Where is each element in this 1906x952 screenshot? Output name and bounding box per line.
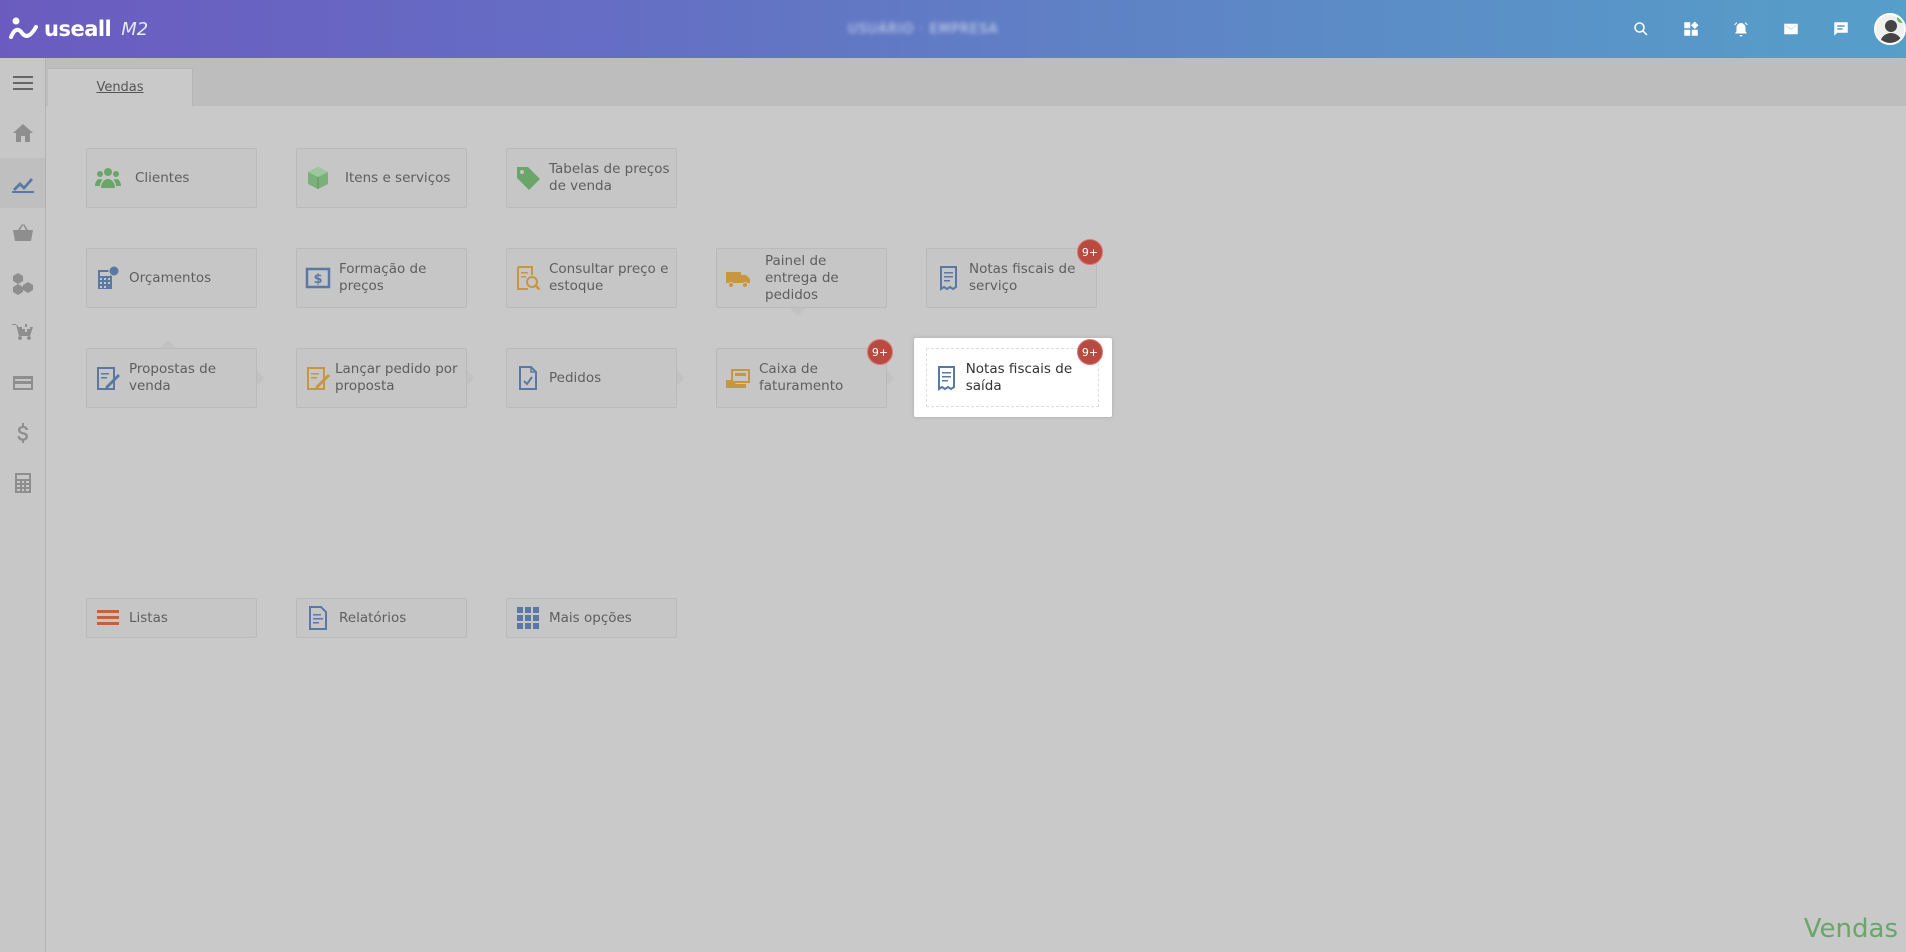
widgets-icon: [1684, 21, 1699, 36]
top-header: useall M2 USUÁRIO · EMPRESA: [0, 0, 1906, 58]
card-label: Itens e serviços: [345, 169, 451, 186]
file-check-icon: [519, 366, 537, 390]
card-consultar-preco[interactable]: Consultar preço e estoque: [506, 248, 677, 308]
card-propostas-venda[interactable]: Propostas de venda: [86, 348, 257, 408]
sidebar-item-carrinho[interactable]: [0, 308, 45, 358]
online-status-dot: [1897, 15, 1904, 23]
card-label: Orçamentos: [129, 269, 212, 286]
mail-button[interactable]: [1766, 0, 1816, 58]
card-label: Formação de preços: [339, 261, 427, 294]
cart-add-icon: [11, 324, 33, 340]
card-label: Notas fiscais de serviço: [969, 261, 1076, 294]
flow-arrow: [257, 370, 264, 386]
card-caixa-faturamento[interactable]: Caixa de faturamento: [716, 348, 887, 408]
card-label: Clientes: [135, 169, 190, 186]
notifications-button[interactable]: [1716, 0, 1766, 58]
badge-caixa-faturamento: 9+: [867, 339, 893, 365]
logo-text: useall: [44, 17, 112, 41]
chat-button[interactable]: [1816, 0, 1866, 58]
grid-icon: [517, 607, 539, 629]
card-itens-servicos[interactable]: Itens e serviços: [296, 148, 467, 208]
sidebar-item-dinheiro[interactable]: [0, 408, 45, 458]
credit-card-icon: [12, 376, 33, 390]
edit-document-icon: [307, 367, 330, 390]
card-label: Mais opções: [549, 609, 632, 626]
sidebar-item-contabil[interactable]: [0, 458, 45, 508]
card-label: Pedidos: [549, 369, 602, 386]
card-label: Caixa de faturamento: [759, 361, 844, 394]
sidebar-item-vendas[interactable]: [0, 158, 45, 208]
useall-logo-icon: [9, 17, 38, 39]
money-bill-icon: $: [305, 267, 331, 289]
dollar-icon: [17, 423, 28, 443]
card-pedidos[interactable]: Pedidos: [506, 348, 677, 408]
flow-arrow: [790, 308, 806, 316]
list-icon: [97, 610, 119, 625]
card-label: Tabelas de preços de venda: [549, 161, 670, 194]
card-listas[interactable]: Listas: [86, 598, 257, 638]
flow-arrow: [887, 370, 894, 386]
logo-sub: M2: [121, 18, 149, 40]
mail-icon: [1784, 23, 1798, 35]
card-tabelas-precos[interactable]: Tabelas de preços de venda: [506, 148, 677, 208]
card-nfs-servico[interactable]: Notas fiscais de serviço: [926, 248, 1097, 308]
card-lancar-pedido[interactable]: Lançar pedido por proposta: [296, 348, 467, 408]
menu-toggle-button[interactable]: [0, 58, 45, 108]
app-logo[interactable]: useall M2: [8, 15, 148, 43]
user-company-blurred: USUÁRIO · EMPRESA: [848, 22, 999, 37]
card-label: Listas: [129, 609, 168, 626]
widgets-button[interactable]: [1666, 0, 1716, 58]
users-group-icon: [95, 168, 121, 188]
module-title: Vendas: [1803, 914, 1898, 944]
card-clientes[interactable]: Clientes: [86, 148, 257, 208]
badge-nfs-servico: 9+: [1077, 239, 1103, 265]
hamburger-icon: [12, 76, 33, 90]
truck-icon: [726, 272, 750, 288]
card-formacao-precos[interactable]: $ Formação de preços: [296, 248, 467, 308]
search-button[interactable]: [1616, 0, 1666, 58]
card-label: Lançar pedido por proposta: [335, 361, 458, 394]
invoice-icon: [938, 365, 956, 391]
boxes-icon: [12, 273, 33, 295]
flow-arrow: [677, 370, 684, 386]
sidebar-item-compras[interactable]: [0, 208, 45, 258]
card-label: Notas fiscais de saída: [965, 360, 1073, 394]
card-painel-entrega[interactable]: Painel de entrega de pedidos: [716, 248, 887, 308]
tab-bar: Vendas: [46, 58, 1906, 106]
tab-vendas[interactable]: Vendas: [48, 68, 193, 106]
box-icon: [308, 167, 328, 189]
sidebar-item-estoque[interactable]: [0, 258, 45, 308]
sidebar: [0, 58, 46, 952]
trending-up-icon: [11, 178, 34, 193]
card-label: Painel de entrega de pedidos: [765, 252, 839, 303]
card-label: Relatórios: [339, 609, 407, 626]
edit-document-icon: [97, 367, 120, 390]
flow-arrow: [160, 340, 176, 348]
badge-nfs-saida: 9+: [1077, 339, 1103, 365]
calculator-icon: [14, 473, 31, 493]
basket-icon: [12, 224, 33, 241]
cashier-icon: [726, 369, 750, 388]
report-icon: [309, 606, 327, 630]
calculator-clock-icon: [98, 265, 120, 289]
chat-icon: [1834, 22, 1848, 36]
home-icon: [12, 124, 33, 142]
invoice-icon: [940, 266, 957, 291]
card-relatorios[interactable]: Relatórios: [296, 598, 467, 638]
card-label: Propostas de venda: [129, 361, 217, 394]
card-orcamentos[interactable]: Orçamentos: [86, 248, 257, 308]
user-avatar[interactable]: [1874, 13, 1906, 45]
sidebar-item-home[interactable]: [0, 108, 45, 158]
sidebar-item-financeiro[interactable]: [0, 358, 45, 408]
alarm-icon: [1734, 22, 1748, 37]
search-icon: [1634, 22, 1648, 36]
card-label: Consultar preço e estoque: [549, 261, 669, 294]
search-document-icon: [517, 266, 541, 291]
flow-arrow: [467, 370, 474, 386]
card-nfs-saida[interactable]: Notas fiscais de saída: [926, 348, 1099, 407]
card-mais-opcoes[interactable]: Mais opções: [506, 598, 677, 638]
price-tag-icon: [517, 167, 540, 190]
svg-text:$: $: [313, 272, 322, 287]
